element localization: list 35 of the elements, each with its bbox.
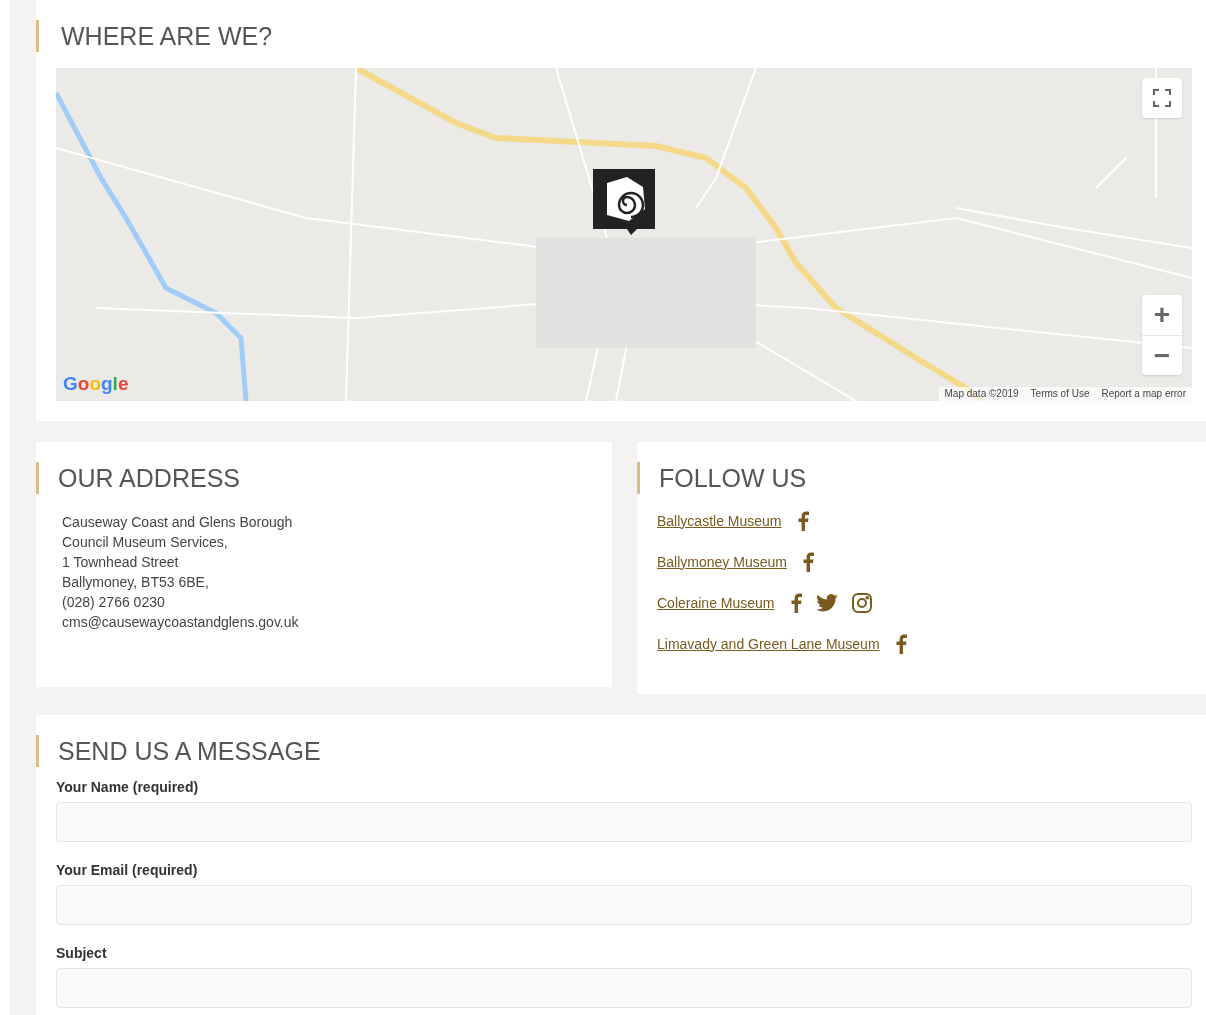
section-heading: OUR ADDRESS: [36, 462, 612, 494]
facebook-icon[interactable]: [895, 634, 907, 654]
museum-link[interactable]: Ballycastle Museum: [657, 510, 782, 532]
address-line: Ballymoney, BT53 6BE,: [62, 573, 210, 592]
map-marker-icon[interactable]: [593, 169, 655, 235]
field-label: Your Email (required): [56, 861, 199, 880]
address-line: Causeway Coast and Glens Borough: [62, 513, 294, 532]
text-field[interactable]: [56, 885, 1192, 925]
address-line: Council Museum Services,: [62, 533, 229, 552]
museum-link[interactable]: Ballymoney Museum: [657, 551, 787, 573]
section-heading: FOLLOW US: [637, 462, 1206, 494]
map-attribution: Map data ©2019: [943, 387, 1020, 401]
map-link[interactable]: Terms of Use: [1024, 387, 1096, 401]
museum-link[interactable]: Coleraine Museum: [657, 592, 775, 614]
field-label: Subject: [56, 944, 108, 963]
address-line: (028) 2766 0230: [62, 593, 166, 612]
instagram-icon[interactable]: [851, 593, 872, 613]
text-field[interactable]: [56, 968, 1192, 1008]
address-line: 1 Townhead Street: [62, 553, 180, 572]
twitter-icon[interactable]: [815, 594, 838, 612]
fullscreen-icon: [1153, 89, 1171, 107]
zoom-out-button[interactable]: −: [1142, 335, 1182, 375]
facebook-icon[interactable]: [797, 511, 809, 531]
map-logo: Google: [63, 371, 129, 396]
text-field[interactable]: [56, 802, 1192, 842]
facebook-icon[interactable]: [790, 593, 802, 613]
address-line: cms@causewaycoastandglens.gov.uk: [62, 613, 300, 632]
museum-link[interactable]: Limavady and Green Lane Museum: [657, 633, 880, 655]
section-heading: SEND US A MESSAGE: [36, 735, 1192, 767]
map-link[interactable]: Report a map error: [1095, 387, 1192, 401]
fullscreen-button[interactable]: [1142, 78, 1182, 118]
facebook-icon[interactable]: [802, 552, 814, 572]
section-heading: WHERE ARE WE?: [36, 20, 1192, 52]
zoom-in-button[interactable]: +: [1142, 295, 1182, 335]
field-label: Your Name (required): [56, 778, 200, 797]
